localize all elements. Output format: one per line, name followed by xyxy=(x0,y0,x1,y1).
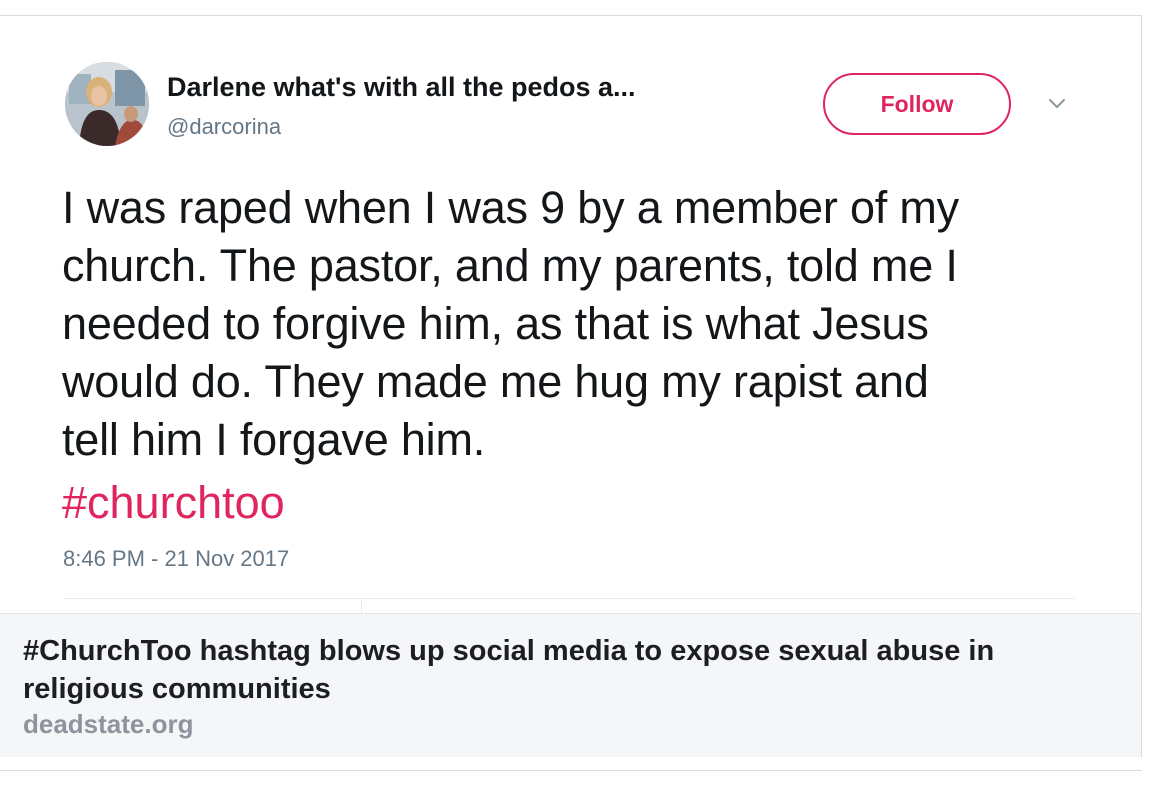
chevron-down-icon[interactable] xyxy=(1043,94,1071,114)
display-name[interactable]: Darlene what's with all the pedos a... xyxy=(167,72,636,103)
embedded-tweet[interactable]: Darlene what's with all the pedos a... @… xyxy=(0,16,1141,613)
tweet-text-line: I was raped when I was 9 by a member of … xyxy=(62,182,959,233)
user-handle[interactable]: @darcorina xyxy=(167,114,281,140)
tweet-text-line: would do. They made me hug my rapist and xyxy=(62,356,929,407)
tweet-text-line: needed to forgive him, as that is what J… xyxy=(62,298,929,349)
link-preview[interactable]: #ChurchToo hashtag blows up social media… xyxy=(0,613,1141,757)
tweet-text: I was raped when I was 9 by a member of … xyxy=(62,179,1102,469)
avatar-photo xyxy=(65,62,149,146)
hashtag-link[interactable]: #churchtoo xyxy=(62,474,285,532)
tweet-timestamp[interactable]: 8:46 PM - 21 Nov 2017 xyxy=(63,546,289,572)
shared-post-card: Darlene what's with all the pedos a... @… xyxy=(0,15,1142,757)
tweet-text-line: tell him I forgave him. xyxy=(62,414,486,465)
link-preview-domain: deadstate.org xyxy=(23,709,194,739)
divider xyxy=(361,599,362,613)
follow-button[interactable]: Follow xyxy=(823,73,1011,135)
divider xyxy=(0,770,1142,771)
divider xyxy=(63,598,1075,599)
avatar[interactable] xyxy=(65,62,149,146)
tweet-text-line: church. The pastor, and my parents, told… xyxy=(62,240,958,291)
link-preview-title[interactable]: #ChurchToo hashtag blows up social media… xyxy=(23,632,1123,708)
